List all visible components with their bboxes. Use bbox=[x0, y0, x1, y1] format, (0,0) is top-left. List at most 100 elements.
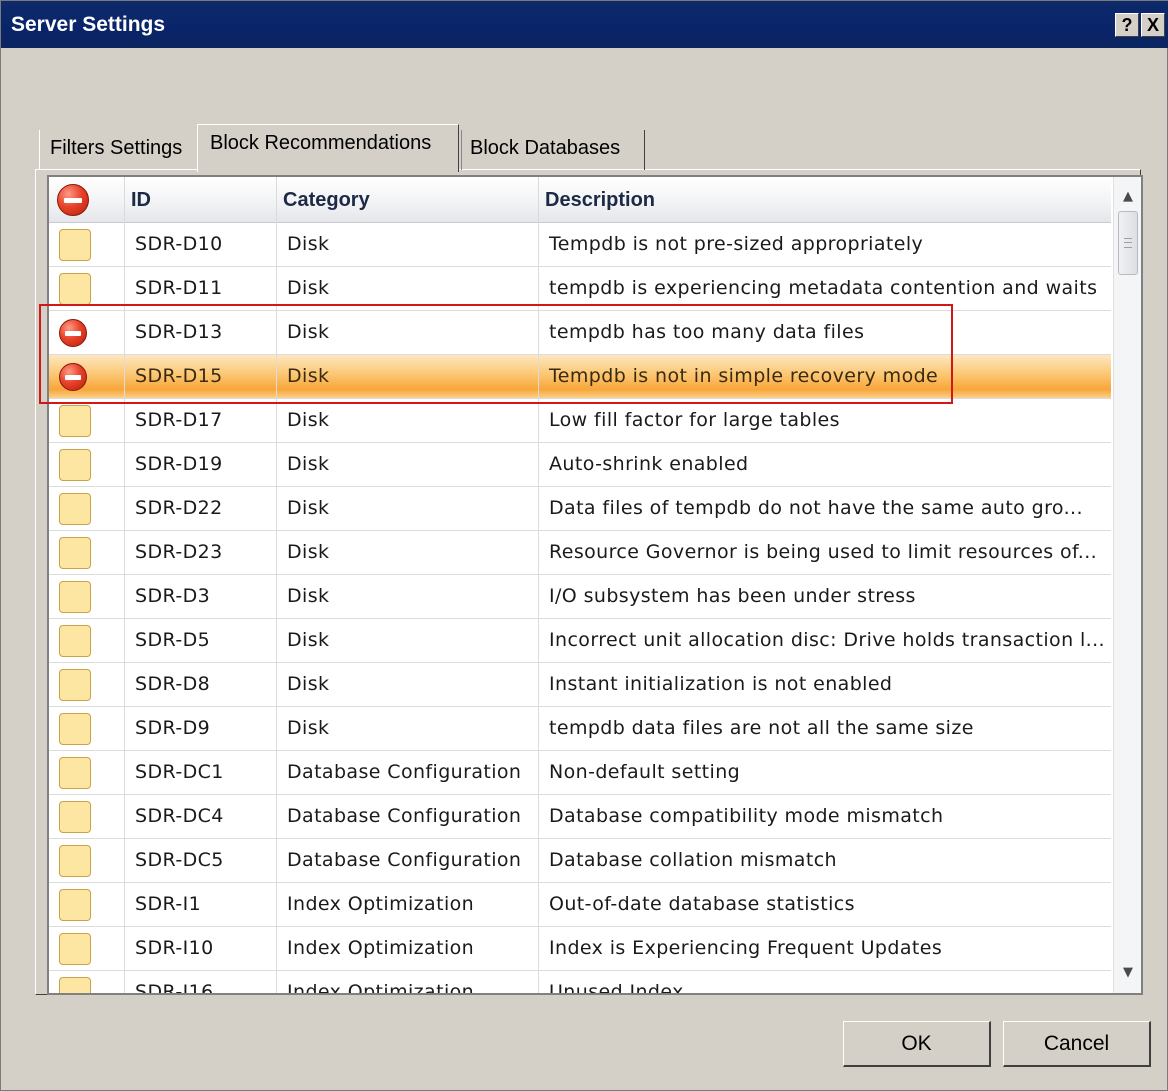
row-id: SDR-D13 bbox=[125, 311, 277, 355]
row-status-cell[interactable] bbox=[49, 531, 125, 575]
block-icon[interactable] bbox=[59, 319, 87, 347]
row-id: SDR-D15 bbox=[125, 355, 277, 399]
checkbox-icon[interactable] bbox=[59, 625, 91, 657]
row-category: Index Optimization bbox=[277, 971, 539, 993]
table-row[interactable]: SDR-D23 Disk Resource Governor is being us… bbox=[49, 531, 1111, 575]
column-header-description[interactable]: Description bbox=[539, 177, 1111, 223]
row-id: SDR-D10 bbox=[125, 223, 277, 267]
row-id: SDR-D9 bbox=[125, 707, 277, 751]
row-description: Tempdb is not in simple recovery mode bbox=[549, 365, 939, 387]
checkbox-icon[interactable] bbox=[59, 757, 91, 789]
table-row[interactable]: SDR-D9 Disk tempdb data files are not all … bbox=[49, 707, 1111, 751]
checkbox-icon[interactable] bbox=[59, 537, 91, 569]
row-status-cell[interactable] bbox=[49, 839, 125, 883]
row-status-cell[interactable] bbox=[49, 311, 125, 355]
checkbox-icon[interactable] bbox=[59, 845, 91, 877]
recommendations-grid: ID Category Description SDR-D10 Disk Tempd… bbox=[47, 175, 1143, 995]
table-row[interactable]: SDR-D8 Disk Instant initialization is not … bbox=[49, 663, 1111, 707]
checkbox-icon[interactable] bbox=[59, 273, 91, 305]
row-id: SDR-DC5 bbox=[125, 839, 277, 883]
block-icon[interactable] bbox=[59, 363, 87, 391]
scroll-up-icon[interactable]: ▲ bbox=[1114, 183, 1141, 211]
table-row[interactable]: SDR-D10 Disk Tempdb is not pre-sized appro… bbox=[49, 223, 1111, 267]
table-row[interactable]: SDR-D17 Disk Low fill factor for large tab… bbox=[49, 399, 1111, 443]
row-status-cell[interactable] bbox=[49, 971, 125, 993]
checkbox-icon[interactable] bbox=[59, 405, 91, 437]
row-status-cell[interactable] bbox=[49, 927, 125, 971]
block-icon bbox=[57, 184, 89, 216]
checkbox-icon[interactable] bbox=[59, 933, 91, 965]
table-row[interactable]: SDR-DC1 Database Configuration Non-default… bbox=[49, 751, 1111, 795]
row-id: SDR-I16 bbox=[125, 971, 277, 993]
checkbox-icon[interactable] bbox=[59, 449, 91, 481]
checkbox-icon[interactable] bbox=[59, 493, 91, 525]
row-status-cell[interactable] bbox=[49, 223, 125, 267]
row-id: SDR-DC4 bbox=[125, 795, 277, 839]
row-status-cell[interactable] bbox=[49, 883, 125, 927]
table-row[interactable]: SDR-D15 Disk Tempdb is not in simple recov… bbox=[49, 355, 1111, 399]
row-description: Tempdb is not pre-sized appropriately bbox=[549, 233, 924, 255]
row-category: Index Optimization bbox=[277, 883, 539, 927]
title-bar[interactable]: Server Settings ? X bbox=[1, 1, 1168, 48]
row-status-cell[interactable] bbox=[49, 751, 125, 795]
row-category: Disk bbox=[277, 267, 539, 311]
table-row[interactable]: SDR-D3 Disk I/O subsystem has been under s… bbox=[49, 575, 1111, 619]
row-status-cell[interactable] bbox=[49, 619, 125, 663]
scroll-thumb[interactable] bbox=[1118, 211, 1138, 275]
row-description: Resource Governor is being used to limit… bbox=[549, 541, 1098, 563]
row-description: tempdb is experiencing metadata contenti… bbox=[549, 277, 1098, 299]
row-id: SDR-D3 bbox=[125, 575, 277, 619]
row-status-cell[interactable] bbox=[49, 487, 125, 531]
checkbox-icon[interactable] bbox=[59, 889, 91, 921]
row-description: tempdb data files are not all the same s… bbox=[549, 717, 974, 739]
column-header-category[interactable]: Category bbox=[277, 177, 539, 223]
row-status-cell[interactable] bbox=[49, 267, 125, 311]
table-row[interactable]: SDR-DC5 Database Configuration Database co… bbox=[49, 839, 1111, 883]
column-header-id[interactable]: ID bbox=[125, 177, 277, 223]
column-header-block[interactable] bbox=[49, 177, 125, 223]
row-status-cell[interactable] bbox=[49, 795, 125, 839]
table-row[interactable]: SDR-D5 Disk Incorrect unit allocation disc… bbox=[49, 619, 1111, 663]
row-status-cell[interactable] bbox=[49, 399, 125, 443]
table-row[interactable]: SDR-D13 Disk tempdb has too many data file… bbox=[49, 311, 1111, 355]
row-status-cell[interactable] bbox=[49, 575, 125, 619]
table-row[interactable]: SDR-I16 Index Optimization Unused Index bbox=[49, 971, 1111, 995]
row-id: SDR-I1 bbox=[125, 883, 277, 927]
checkbox-icon[interactable] bbox=[59, 801, 91, 833]
row-description: Non-default setting bbox=[549, 761, 741, 783]
checkbox-icon[interactable] bbox=[59, 581, 91, 613]
table-row[interactable]: SDR-DC4 Database Configuration Database co… bbox=[49, 795, 1111, 839]
row-status-cell[interactable] bbox=[49, 443, 125, 487]
row-category: Disk bbox=[277, 663, 539, 707]
table-row[interactable]: SDR-D11 Disk tempdb is experiencing metada… bbox=[49, 267, 1111, 311]
table-row[interactable]: SDR-D22 Disk Data files of tempdb do not h… bbox=[49, 487, 1111, 531]
row-category: Database Configuration bbox=[277, 795, 539, 839]
row-category: Disk bbox=[277, 223, 539, 267]
checkbox-icon[interactable] bbox=[59, 713, 91, 745]
help-button[interactable]: ? bbox=[1115, 13, 1139, 37]
vertical-scrollbar[interactable]: ▲ ▼ bbox=[1113, 177, 1141, 993]
table-row[interactable]: SDR-D19 Disk Auto-shrink enabled bbox=[49, 443, 1111, 487]
cancel-button[interactable]: Cancel bbox=[1003, 1021, 1151, 1067]
checkbox-icon[interactable] bbox=[59, 229, 91, 261]
tab-filters-settings[interactable]: Filters Settings bbox=[39, 130, 195, 170]
row-category: Index Optimization bbox=[277, 927, 539, 971]
row-id: SDR-DC1 bbox=[125, 751, 277, 795]
table-row[interactable]: SDR-I10 Index Optimization Index is Experi… bbox=[49, 927, 1111, 971]
scroll-down-icon[interactable]: ▼ bbox=[1114, 959, 1141, 987]
row-status-cell[interactable] bbox=[49, 355, 125, 399]
checkbox-icon[interactable] bbox=[59, 669, 91, 701]
checkbox-icon[interactable] bbox=[59, 977, 91, 993]
tab-block-databases[interactable]: Block Databases bbox=[461, 130, 645, 170]
server-settings-window: Server Settings ? X Filters Settings Blo… bbox=[0, 0, 1168, 1091]
ok-button[interactable]: OK bbox=[843, 1021, 991, 1067]
row-description: Incorrect unit allocation disc: Drive ho… bbox=[549, 629, 1105, 651]
row-category: Disk bbox=[277, 399, 539, 443]
row-status-cell[interactable] bbox=[49, 707, 125, 751]
row-category: Disk bbox=[277, 575, 539, 619]
row-status-cell[interactable] bbox=[49, 663, 125, 707]
close-button[interactable]: X bbox=[1141, 13, 1165, 37]
tab-block-recommendations[interactable]: Block Recommendations bbox=[197, 124, 459, 172]
row-description: Unused Index bbox=[549, 981, 684, 995]
table-row[interactable]: SDR-I1 Index Optimization Out-of-date data… bbox=[49, 883, 1111, 927]
